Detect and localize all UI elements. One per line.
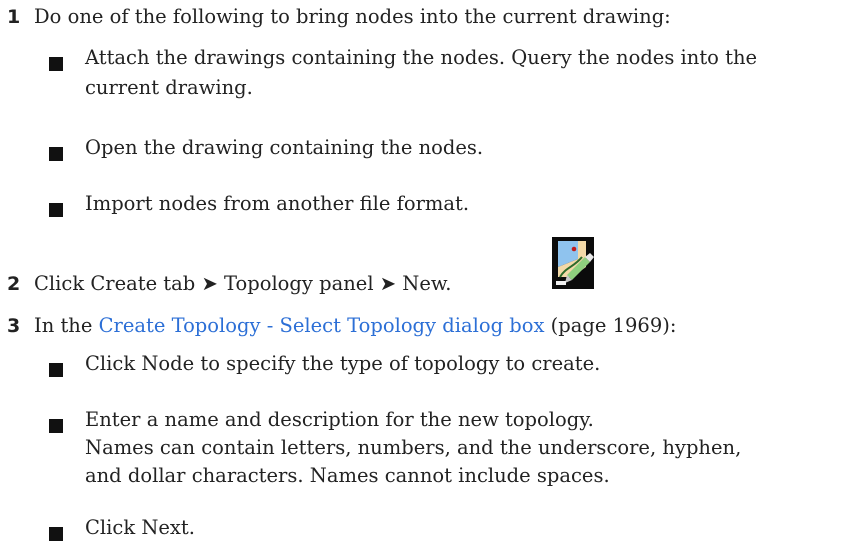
step-number: 3: [7, 315, 21, 337]
bullet-icon: [49, 419, 63, 433]
new-topology-icon: [552, 237, 594, 289]
bullet-text: Names can contain letters, numbers, and …: [85, 436, 742, 459]
bullet-text: and dollar characters. Names cannot incl…: [85, 464, 610, 487]
bullet-text: Click Next.: [85, 516, 195, 539]
bullet-icon: [49, 57, 63, 71]
bullet-text: current drawing.: [85, 76, 253, 99]
bullet-icon: [49, 203, 63, 217]
step-number: 1: [7, 6, 21, 28]
step-text: In the Create Topology - Select Topology…: [34, 314, 677, 337]
step-text: Do one of the following to bring nodes i…: [34, 5, 671, 28]
bullet-icon: [49, 527, 63, 541]
bullet-icon: [49, 147, 63, 161]
dialog-box-link[interactable]: Create Topology - Select Topology dialog…: [99, 314, 545, 337]
bullet-text: Open the drawing containing the nodes.: [85, 136, 484, 159]
step-number: 2: [7, 273, 21, 295]
bullet-text: Attach the drawings containing the nodes…: [85, 46, 758, 69]
bullet-text: Enter a name and description for the new…: [85, 408, 594, 431]
bullet-icon: [49, 363, 63, 377]
step-text: Click Create tab ➤ Topology panel ➤ New.: [34, 272, 452, 295]
bullet-text: Import nodes from another file format.: [85, 192, 470, 215]
bullet-text: Click Node to specify the type of topolo…: [85, 352, 601, 375]
